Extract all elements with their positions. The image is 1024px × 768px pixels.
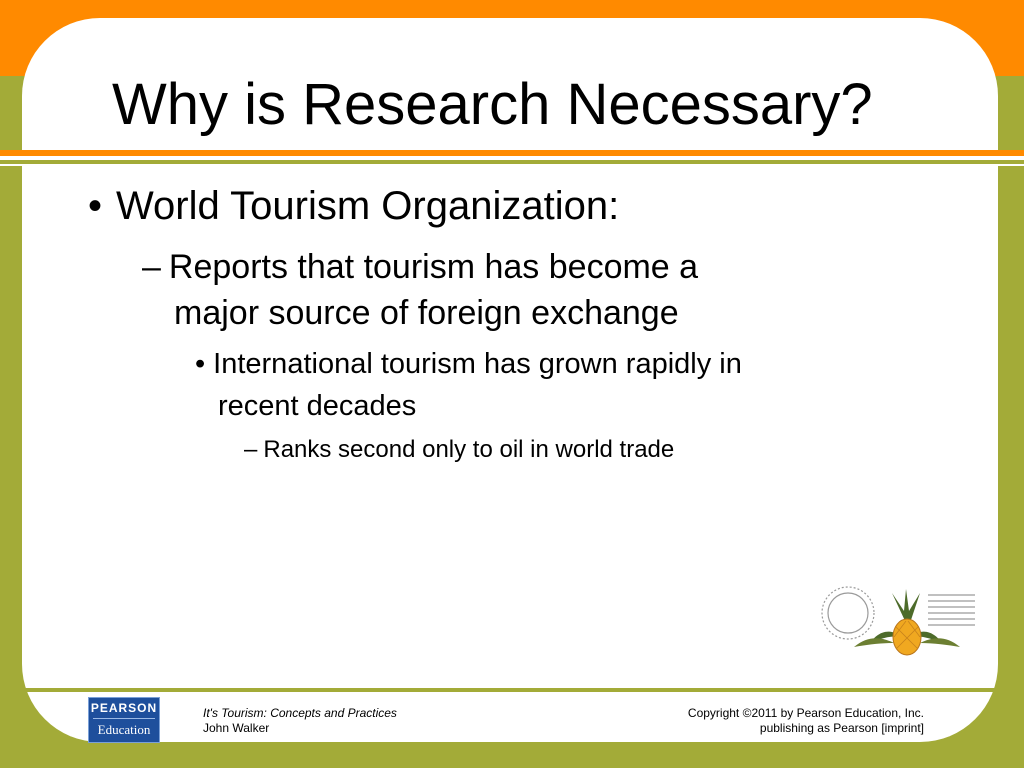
logo-separator: [93, 718, 155, 719]
bullet-level-3-continuation: recent decades: [218, 390, 417, 422]
bullet-marker: •: [88, 184, 103, 228]
footer-book-title: It's Tourism: Concepts and Practices: [203, 706, 397, 720]
title-divider-gap-2: [0, 164, 1024, 166]
bullet-text: International tourism has grown rapidly …: [213, 348, 742, 380]
logo-bottom-text: Education: [97, 722, 151, 737]
footer-book-info: It's Tourism: Concepts and Practices Joh…: [203, 706, 397, 736]
dash-marker: –: [244, 436, 258, 463]
footer-divider: [0, 688, 1024, 692]
bullet-level-1: • World Tourism Organization:: [88, 184, 619, 229]
bullet-level-2: – Reports that tourism has become a: [142, 248, 698, 287]
bullet-text: World Tourism Organization:: [116, 184, 620, 228]
bullet-marker: •: [195, 348, 206, 380]
bullet-level-3: • International tourism has grown rapidly…: [195, 348, 742, 381]
pearson-education-logo: PEARSON Education: [88, 697, 160, 743]
bullet-text: Ranks second only to oil in world trade: [263, 436, 675, 463]
footer-copyright: Copyright ©2011 by Pearson Education, In…: [688, 706, 924, 736]
footer-imprint-line: publishing as Pearson [imprint]: [759, 721, 924, 735]
footer-author: John Walker: [203, 721, 270, 735]
bullet-text: Reports that tourism has become a: [168, 248, 699, 286]
bullet-level-2-continuation: major source of foreign exchange: [174, 294, 679, 332]
dash-marker: –: [142, 248, 161, 286]
slide-title: Why is Research Necessary?: [112, 72, 873, 137]
footer-copyright-line: Copyright ©2011 by Pearson Education, In…: [687, 706, 924, 720]
logo-top-text: PEARSON: [90, 701, 158, 715]
pineapple-stamp-icon: [821, 586, 975, 656]
bullet-level-4: – Ranks second only to oil in world trade: [244, 436, 674, 464]
